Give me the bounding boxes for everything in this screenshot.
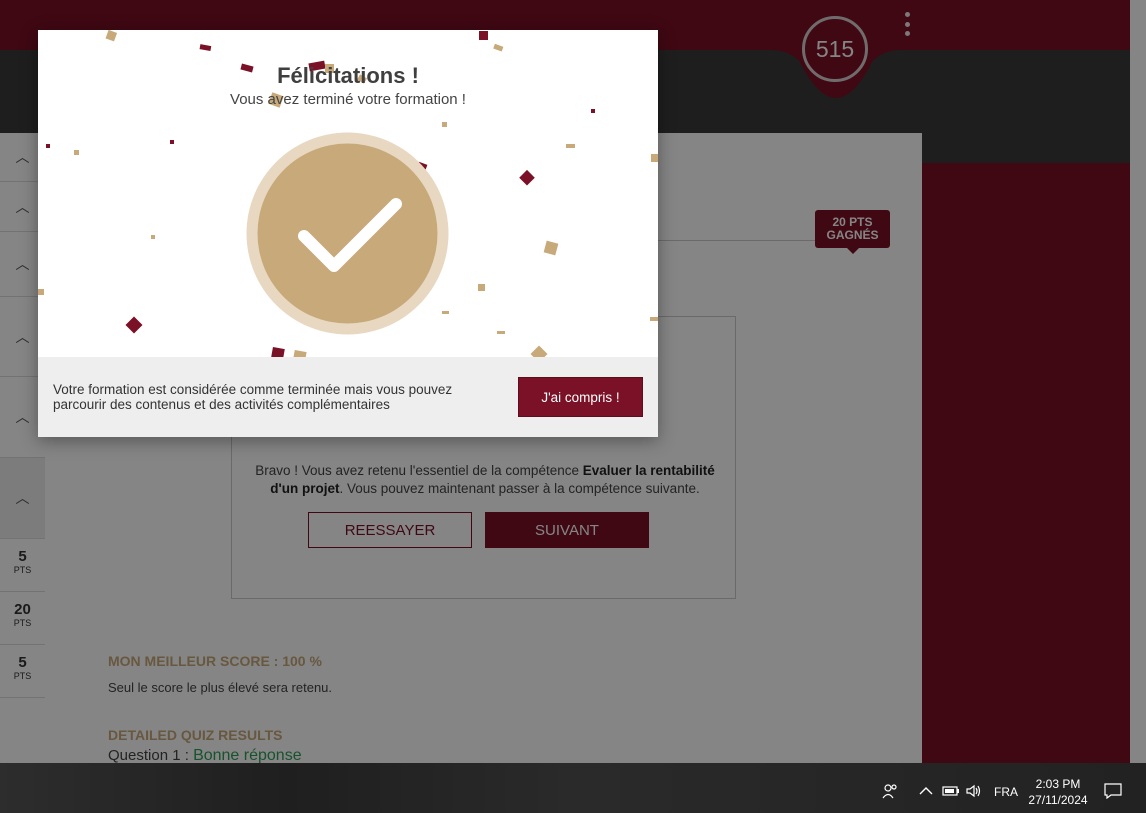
modal-title: Félicitations ! bbox=[277, 63, 419, 88]
chevron-up-icon[interactable] bbox=[916, 783, 936, 799]
taskbar: FRA 2:03 PM 27/11/2024 bbox=[0, 763, 1146, 813]
completion-note: Votre formation est considérée comme ter… bbox=[53, 382, 453, 412]
modal-subtitle: Vous avez terminé votre formation ! bbox=[230, 91, 466, 108]
battery-icon[interactable] bbox=[941, 783, 961, 799]
notification-icon[interactable] bbox=[1103, 783, 1123, 799]
clock-date: 27/11/2024 bbox=[1028, 793, 1088, 807]
people-icon[interactable] bbox=[880, 783, 900, 799]
check-icon bbox=[246, 132, 449, 335]
language-indicator[interactable]: FRA bbox=[994, 785, 1018, 799]
clock-time: 2:03 PM bbox=[1035, 777, 1081, 791]
completion-modal: Félicitations ! Vous avez terminé votre … bbox=[38, 30, 658, 437]
clock[interactable]: 2:03 PM 27/11/2024 bbox=[1024, 776, 1092, 808]
volume-icon[interactable] bbox=[964, 783, 984, 799]
confirm-button[interactable]: J'ai compris ! bbox=[518, 377, 643, 417]
modal-footer: Votre formation est considérée comme ter… bbox=[38, 357, 658, 437]
